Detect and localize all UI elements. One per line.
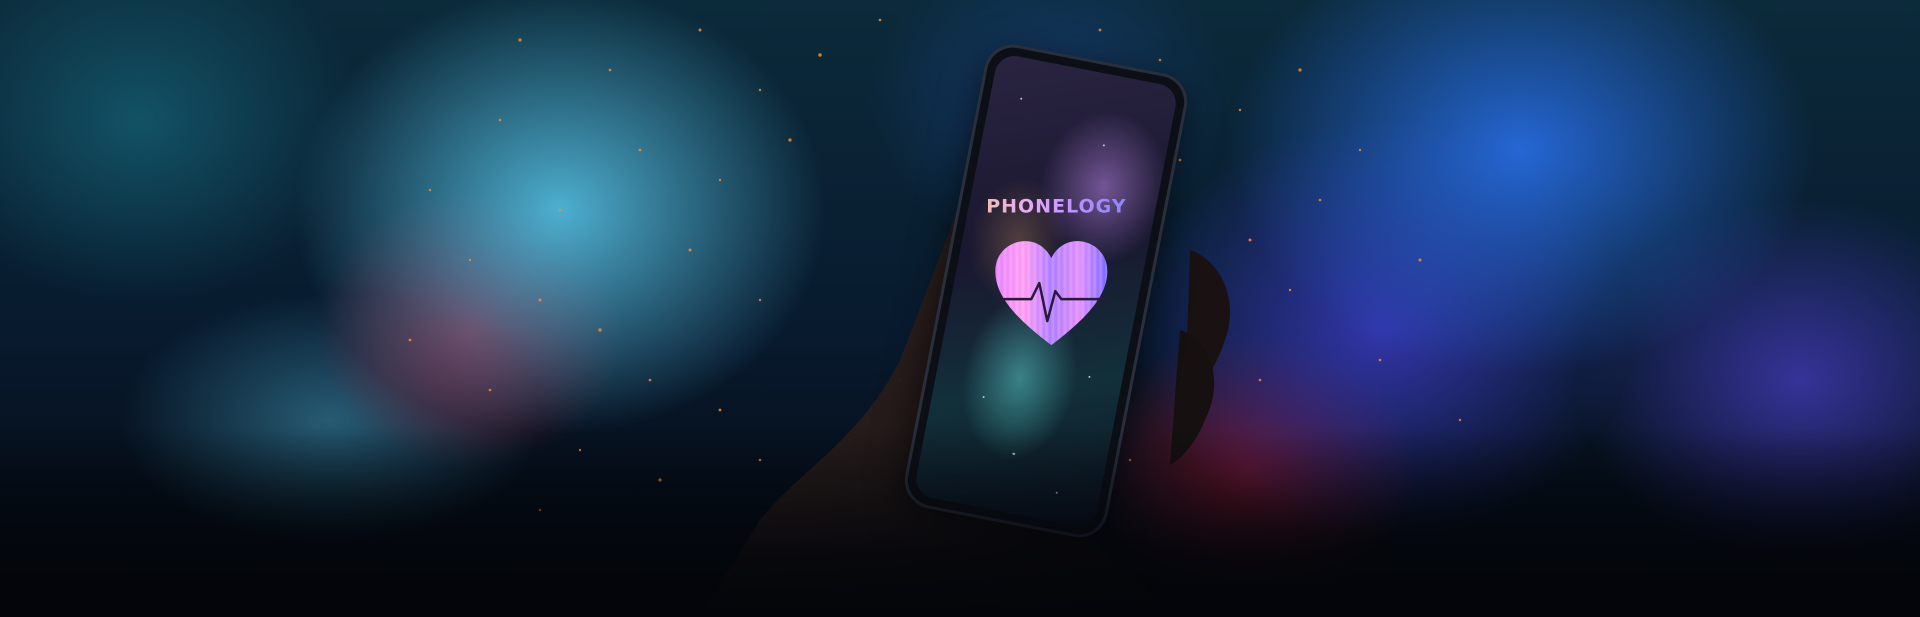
hero-banner: PHONELOGY — [0, 0, 1920, 617]
brand-wordmark: PHONELOGY — [964, 196, 1148, 218]
heart-pulse-icon — [995, 241, 1108, 346]
bottom-gradient-overlay — [0, 427, 1920, 617]
